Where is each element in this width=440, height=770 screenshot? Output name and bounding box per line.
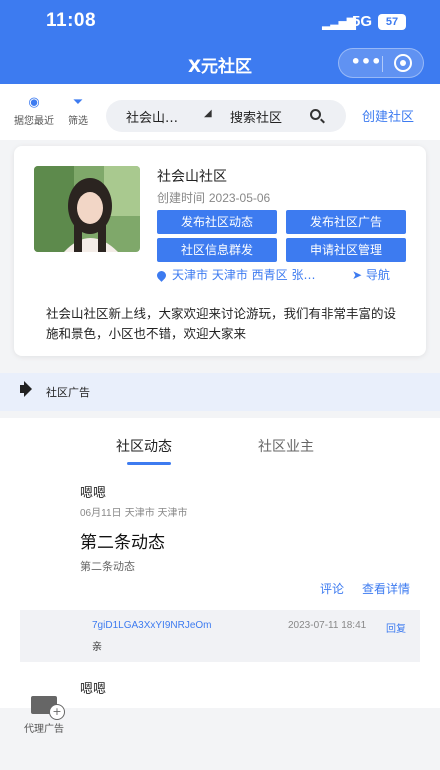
- community-name: 社会山社区: [157, 169, 227, 185]
- location-text: 天津市 天津市 西青区 张…: [172, 268, 316, 282]
- status-bar: 11:08 ▂▃▅▇ 5G 57: [0, 0, 440, 44]
- post-author: 嗯嗯: [80, 682, 107, 697]
- signal-icon: ▂▃▅▇: [322, 16, 356, 30]
- filter-icon: ⏷: [72, 95, 84, 110]
- create-community-link[interactable]: 创建社区: [362, 106, 414, 125]
- status-time: 11:08: [46, 10, 97, 31]
- community-description: 社会山社区新上线，大家欢迎来讨论游玩，我们有非常丰富的设施和景色，小区也不错，欢…: [46, 306, 397, 341]
- pin-icon: [157, 269, 168, 282]
- speaker-icon: [20, 385, 26, 393]
- search-input[interactable]: 搜索社区: [230, 107, 282, 126]
- post-ad-button[interactable]: 发布社区广告: [286, 210, 406, 234]
- nav-bar: X元社区 •••: [0, 44, 440, 84]
- filter-button[interactable]: ⏷ 筛选: [68, 95, 88, 128]
- created-date: 创建时间 2023-05-06: [157, 189, 270, 206]
- nearby-label: 据您最近: [14, 116, 54, 127]
- post-meta: 06月11日 天津市 天津市: [80, 504, 187, 519]
- nearby-button[interactable]: ◉ 据您最近: [14, 95, 54, 128]
- created-value: 2023-05-06: [208, 191, 271, 205]
- comment-user[interactable]: 7giD1LGA3XxYI9NRJeOm: [92, 620, 212, 631]
- ad-bar-label: 社区广告: [46, 386, 90, 399]
- location-icon: ◉: [28, 95, 40, 110]
- battery-level: 57: [385, 16, 399, 28]
- apply-manage-button[interactable]: 申请社区管理: [286, 238, 406, 262]
- tab-residents[interactable]: 社区业主: [258, 436, 314, 456]
- community-avatar: [34, 166, 140, 252]
- agent-ad-button[interactable]: 代理广告: [16, 696, 72, 735]
- feed-panel: 社区动态 社区业主 嗯嗯 06月11日 天津市 天津市 第二条动态 第二条动态 …: [0, 418, 440, 708]
- avatar-photo: [34, 166, 140, 252]
- more-icon[interactable]: •••: [349, 53, 383, 71]
- close-circle-icon[interactable]: [394, 54, 412, 72]
- active-tab-indicator: [127, 462, 171, 465]
- navigate-arrow-icon: ➤: [352, 268, 363, 282]
- post-location: 天津市 天津市: [124, 508, 188, 519]
- search-icon[interactable]: [310, 109, 321, 120]
- reply-button[interactable]: 回复: [386, 620, 406, 635]
- capsule-divider: [382, 56, 383, 72]
- post-update-button[interactable]: 发布社区动态: [157, 210, 277, 234]
- monitor-add-icon: [31, 696, 65, 720]
- mini-program-capsule: •••: [338, 48, 424, 78]
- post-title: 第二条动态: [80, 533, 165, 553]
- search-bar[interactable]: 社会山… ◢ 搜索社区: [106, 100, 346, 132]
- view-details-button[interactable]: 查看详情: [362, 580, 410, 597]
- comment-text: 亲: [92, 642, 102, 653]
- filter-label: 筛选: [68, 116, 88, 127]
- broadcast-button[interactable]: 社区信息群发: [157, 238, 277, 262]
- network-type: 5G: [352, 13, 373, 30]
- search-toolbar: ◉ 据您最近 ⏷ 筛选 社会山… ◢ 搜索社区 创建社区: [0, 84, 440, 140]
- community-select[interactable]: 社会山…: [126, 107, 178, 126]
- community-location: 天津市 天津市 西青区 张…: [157, 266, 337, 283]
- navigate-label: 导航: [365, 268, 390, 282]
- post-date: 06月11日: [80, 508, 122, 519]
- post-body: 第二条动态: [80, 560, 135, 573]
- ad-bar[interactable]: 社区广告: [0, 373, 440, 411]
- community-card: 社会山社区 创建时间 2023-05-06 发布社区动态 发布社区广告 社区信息…: [14, 146, 426, 356]
- navigate-button[interactable]: ➤ 导航: [352, 266, 390, 283]
- created-label: 创建时间: [157, 191, 206, 205]
- battery-icon: 57: [378, 14, 406, 30]
- comment-button[interactable]: 评论: [320, 580, 344, 597]
- comment-item: 7giD1LGA3XxYI9NRJeOm 2023-07-11 18:41 回复…: [20, 610, 420, 662]
- post-author: 嗯嗯: [80, 486, 107, 501]
- tab-updates[interactable]: 社区动态: [116, 436, 172, 456]
- agent-ad-label: 代理广告: [24, 724, 64, 735]
- dropdown-arrow-icon[interactable]: ◢: [204, 108, 212, 119]
- comment-time: 2023-07-11 18:41: [288, 620, 367, 631]
